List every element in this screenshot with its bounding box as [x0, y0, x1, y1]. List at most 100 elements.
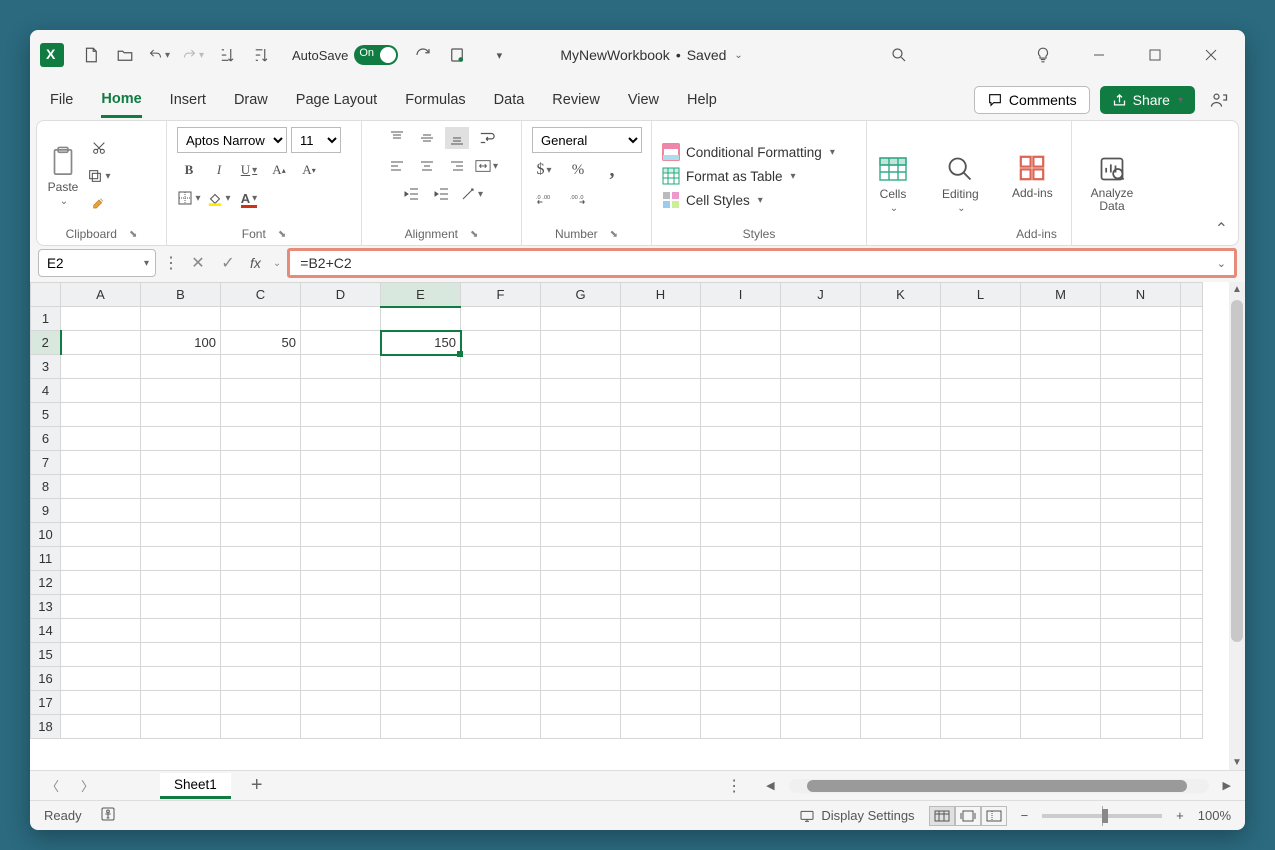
cell-B3[interactable] [141, 355, 221, 379]
new-file-icon[interactable] [80, 44, 102, 66]
addins-button[interactable]: Add-ins [1012, 152, 1053, 200]
comma-style-icon[interactable]: , [600, 159, 624, 181]
cell-E10[interactable] [381, 523, 461, 547]
format-painter-icon[interactable] [87, 193, 111, 215]
cell-L12[interactable] [941, 571, 1021, 595]
normal-view-icon[interactable] [929, 806, 955, 826]
cell-A3[interactable] [61, 355, 141, 379]
cell-F7[interactable] [461, 451, 541, 475]
row-header-5[interactable]: 5 [31, 403, 61, 427]
cell-M5[interactable] [1021, 403, 1101, 427]
cell-C16[interactable] [221, 667, 301, 691]
cell-D14[interactable] [301, 619, 381, 643]
cell-F8[interactable] [461, 475, 541, 499]
cell-D16[interactable] [301, 667, 381, 691]
cell-A10[interactable] [61, 523, 141, 547]
cell-B2[interactable]: 100 [141, 331, 221, 355]
column-header-G[interactable]: G [541, 283, 621, 307]
row-header-17[interactable]: 17 [31, 691, 61, 715]
cell-B11[interactable] [141, 547, 221, 571]
cell-G11[interactable] [541, 547, 621, 571]
teams-present-icon[interactable] [1205, 86, 1233, 114]
cell-B5[interactable] [141, 403, 221, 427]
cell-J2[interactable] [781, 331, 861, 355]
cell-J11[interactable] [781, 547, 861, 571]
tab-page-layout[interactable]: Page Layout [296, 84, 377, 116]
conditional-formatting-button[interactable]: Conditional Formatting▾ [662, 143, 835, 161]
cell-I12[interactable] [701, 571, 781, 595]
cell-K11[interactable] [861, 547, 941, 571]
document-title[interactable]: MyNewWorkbook • Saved ⌄ [560, 47, 742, 63]
cell-K7[interactable] [861, 451, 941, 475]
close-button[interactable] [1187, 35, 1235, 75]
cell-K4[interactable] [861, 379, 941, 403]
collapse-ribbon-icon[interactable]: ⌃ [1215, 219, 1228, 239]
cell-N13[interactable] [1101, 595, 1181, 619]
cell-K10[interactable] [861, 523, 941, 547]
cell-K12[interactable] [861, 571, 941, 595]
cell-J3[interactable] [781, 355, 861, 379]
cell-I11[interactable] [701, 547, 781, 571]
cell-D3[interactable] [301, 355, 381, 379]
increase-font-icon[interactable]: A▴ [267, 159, 291, 181]
row-header-4[interactable]: 4 [31, 379, 61, 403]
cell-A17[interactable] [61, 691, 141, 715]
cell-G14[interactable] [541, 619, 621, 643]
cell-B15[interactable] [141, 643, 221, 667]
expand-formula-bar-icon[interactable]: ⌄ [1217, 257, 1226, 270]
fill-color-icon[interactable]: ▾ [207, 187, 231, 209]
clipboard-dialog-launcher[interactable]: ⬊ [129, 229, 137, 240]
cell-B12[interactable] [141, 571, 221, 595]
lightbulb-icon[interactable] [1019, 35, 1067, 75]
share-button[interactable]: Share ▾ [1100, 86, 1195, 114]
tab-draw[interactable]: Draw [234, 84, 268, 116]
cell-H12[interactable] [621, 571, 701, 595]
cell-L13[interactable] [941, 595, 1021, 619]
cell-G13[interactable] [541, 595, 621, 619]
undo-icon[interactable]: ▾ [148, 44, 170, 66]
cell-A14[interactable] [61, 619, 141, 643]
wrap-text-icon[interactable] [475, 127, 499, 149]
row-header-1[interactable]: 1 [31, 307, 61, 331]
cell-G10[interactable] [541, 523, 621, 547]
cell-F5[interactable] [461, 403, 541, 427]
cell-N11[interactable] [1101, 547, 1181, 571]
insert-function-icon[interactable]: fx [250, 255, 261, 271]
cell-C8[interactable] [221, 475, 301, 499]
cell-M1[interactable] [1021, 307, 1101, 331]
cell-N14[interactable] [1101, 619, 1181, 643]
cell-I13[interactable] [701, 595, 781, 619]
cell-I16[interactable] [701, 667, 781, 691]
cell-M12[interactable] [1021, 571, 1101, 595]
page-layout-view-icon[interactable] [955, 806, 981, 826]
cells-button[interactable]: Cells⌄ [877, 153, 909, 214]
row-header-7[interactable]: 7 [31, 451, 61, 475]
cell-F17[interactable] [461, 691, 541, 715]
cells-table[interactable]: ABCDEFGHIJKLMN12100501503456789101112131… [30, 282, 1203, 739]
alignment-dialog-launcher[interactable]: ⬊ [470, 229, 478, 240]
format-as-table-button[interactable]: Format as Table▾ [662, 167, 835, 185]
cell-C9[interactable] [221, 499, 301, 523]
cell-F1[interactable] [461, 307, 541, 331]
cell-I15[interactable] [701, 643, 781, 667]
cell-G15[interactable] [541, 643, 621, 667]
column-header-E[interactable]: E [381, 283, 461, 307]
cell-G18[interactable] [541, 715, 621, 739]
cell-C18[interactable] [221, 715, 301, 739]
row-header-8[interactable]: 8 [31, 475, 61, 499]
font-family-select[interactable]: Aptos Narrow [177, 127, 287, 153]
sheet-nav-prev-icon[interactable]: 〈 [40, 776, 65, 795]
row-header-14[interactable]: 14 [31, 619, 61, 643]
cell-L6[interactable] [941, 427, 1021, 451]
cell-K5[interactable] [861, 403, 941, 427]
cell-I4[interactable] [701, 379, 781, 403]
cell-L9[interactable] [941, 499, 1021, 523]
cut-icon[interactable] [87, 137, 111, 159]
cell-B9[interactable] [141, 499, 221, 523]
cell-B6[interactable] [141, 427, 221, 451]
vertical-scroll-thumb[interactable] [1231, 300, 1243, 642]
tab-view[interactable]: View [628, 84, 659, 116]
decrease-decimal-icon[interactable]: .00.0 [566, 187, 590, 209]
zoom-out-button[interactable]: − [1021, 808, 1029, 823]
refresh-icon[interactable] [412, 44, 434, 66]
